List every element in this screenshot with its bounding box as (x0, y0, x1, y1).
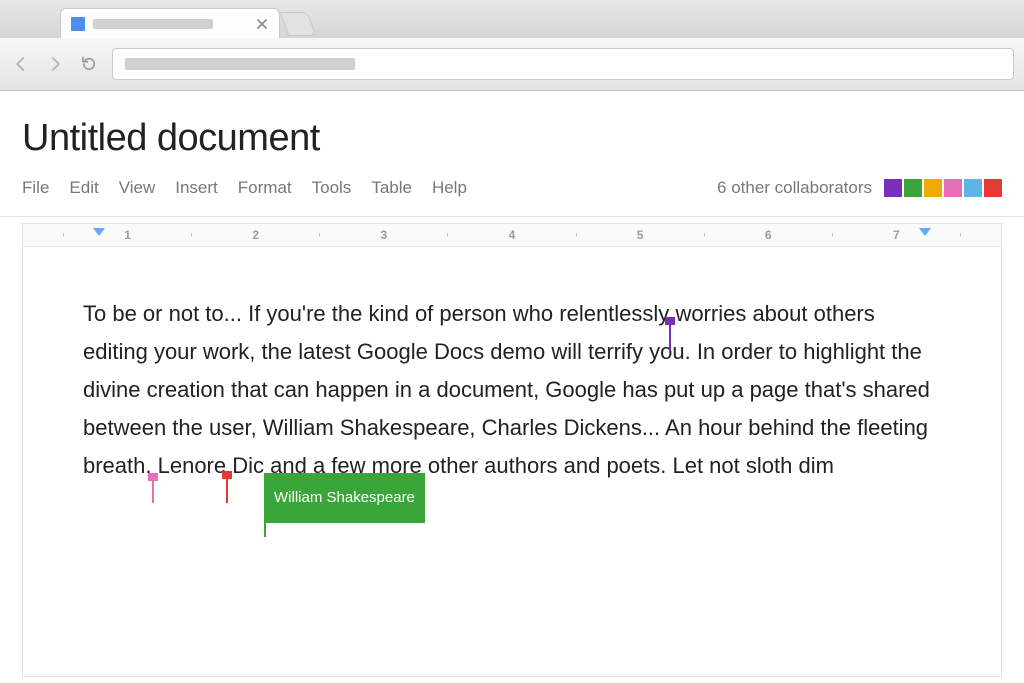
collaborators-text[interactable]: 6 other collaborators (717, 178, 872, 198)
browser-chrome (0, 0, 1024, 91)
ruler-number: 4 (509, 228, 516, 242)
ruler-number: 6 (765, 228, 772, 242)
address-placeholder (125, 58, 355, 70)
menu-table[interactable]: Table (371, 178, 412, 198)
doc-header: Untitled document File Edit View Insert … (0, 91, 1024, 206)
menubar-row: File Edit View Insert Format Tools Table… (22, 178, 1002, 198)
menu-view[interactable]: View (119, 178, 156, 198)
ruler-number: 2 (252, 228, 259, 242)
menu-format[interactable]: Format (238, 178, 292, 198)
back-icon[interactable] (10, 53, 32, 75)
document-body[interactable]: To be or not to... If you're the kind of… (83, 295, 941, 485)
collab-swatch[interactable] (904, 179, 922, 197)
divider (0, 216, 1024, 217)
text-segment: Lenore (152, 453, 227, 478)
collab-swatch[interactable] (964, 179, 982, 197)
collab-swatch[interactable] (944, 179, 962, 197)
address-bar[interactable] (112, 48, 1014, 80)
browser-tabstrip (0, 0, 1024, 38)
ruler-number: 1 (124, 228, 131, 242)
browser-toolbar (0, 38, 1024, 90)
collaborators-area: 6 other collaborators (717, 178, 1002, 198)
collab-swatch[interactable] (884, 179, 902, 197)
text-segment: worries about others editing your work, … (83, 301, 930, 478)
page[interactable]: To be or not to... If you're the kind of… (22, 247, 1002, 677)
forward-icon[interactable] (44, 53, 66, 75)
new-tab-button[interactable] (280, 12, 317, 36)
collab-swatch[interactable] (984, 179, 1002, 197)
collaborator-swatches (884, 179, 1002, 197)
ruler-ticks: 1 2 3 4 5 6 7 (23, 224, 1001, 246)
browser-tab[interactable] (60, 8, 280, 38)
collab-swatch[interactable] (924, 179, 942, 197)
collab-cursor-label: William Shakespeare (264, 473, 425, 523)
menu-file[interactable]: File (22, 178, 49, 198)
ruler[interactable]: 1 2 3 4 5 6 7 (22, 223, 1002, 247)
page-area: To be or not to... If you're the kind of… (0, 247, 1024, 677)
ruler-number: 7 (893, 228, 900, 242)
menu-help[interactable]: Help (432, 178, 467, 198)
ruler-wrap: 1 2 3 4 5 6 7 (0, 223, 1024, 247)
text-segment: To be or not to... If you're the kind of… (83, 301, 669, 326)
ruler-number: 3 (380, 228, 387, 242)
doc-title[interactable]: Untitled document (22, 117, 1002, 160)
reload-icon[interactable] (78, 53, 100, 75)
ruler-number: 5 (637, 228, 644, 242)
tab-close-icon[interactable] (255, 17, 269, 31)
tab-favicon (71, 17, 85, 31)
menu-edit[interactable]: Edit (69, 178, 98, 198)
menu-insert[interactable]: Insert (175, 178, 218, 198)
menu-tools[interactable]: Tools (312, 178, 352, 198)
menubar: File Edit View Insert Format Tools Table… (22, 178, 467, 198)
tab-title-placeholder (93, 19, 213, 29)
